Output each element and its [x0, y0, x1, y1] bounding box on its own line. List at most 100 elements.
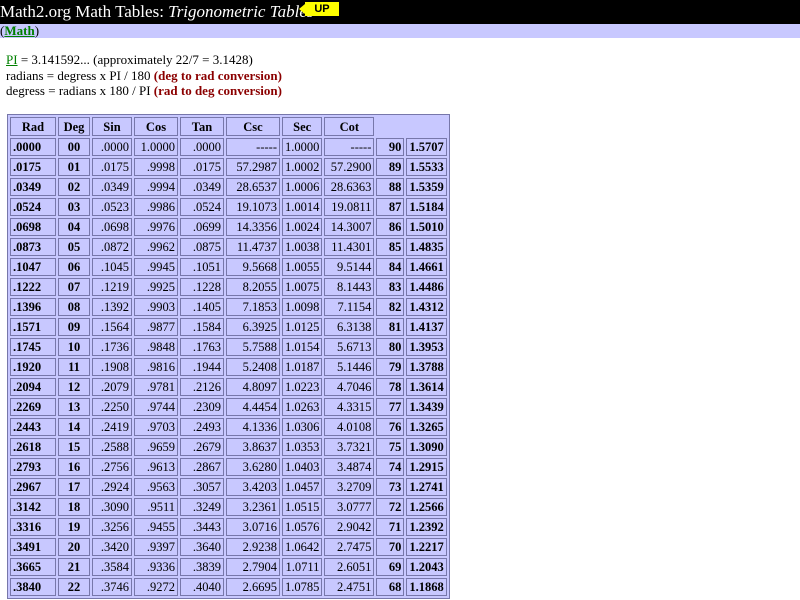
- table-cell: 1.4835: [406, 238, 447, 256]
- table-cell: 1.0000: [282, 138, 323, 156]
- up-button[interactable]: UP: [299, 2, 339, 16]
- table-cell: 04: [58, 218, 90, 236]
- table-cell: 07: [58, 278, 90, 296]
- title-site: Math2.org Math Tables:: [0, 2, 169, 21]
- table-cell: .3491: [10, 538, 56, 556]
- table-row: .0000 00.0000 1.0000.0000 ----- 1.0000 ----- 9…: [10, 138, 447, 156]
- table-cell: .2094: [10, 378, 56, 396]
- site-header: Math2.org Math Tables: Trigonometric Tab…: [0, 0, 800, 24]
- table-cell: 7.1853: [226, 298, 280, 316]
- table-cell: 1.5533: [406, 158, 447, 176]
- table-cell: 4.3315: [324, 398, 375, 416]
- table-cell: 2.6051: [324, 558, 375, 576]
- table-cell: .0175: [10, 158, 56, 176]
- table-cell: 14.3356: [226, 218, 280, 236]
- table-cell: .2126: [180, 378, 224, 396]
- title-section: Trigonometric Tables: [168, 2, 314, 21]
- table-cell: 1.0075: [282, 278, 323, 296]
- table-cell: 1.0576: [282, 518, 323, 536]
- table-cell: 1.3614: [406, 378, 447, 396]
- table-cell: .2618: [10, 438, 56, 456]
- table-cell: .3443: [180, 518, 224, 536]
- table-cell: 16: [58, 458, 90, 476]
- table-cell: 3.8637: [226, 438, 280, 456]
- table-cell: 74: [376, 458, 405, 476]
- table-cell: 70: [376, 538, 405, 556]
- table-cell: 5.2408: [226, 358, 280, 376]
- table-cell: 19.1073: [226, 198, 280, 216]
- table-cell: 1.0038: [282, 238, 323, 256]
- trig-table: Rad Deg Sin Cos Tan Csc Sec Cot .0000 00.0000 1.00…: [7, 114, 450, 599]
- table-cell: 28.6363: [324, 178, 375, 196]
- table-row: .3665 21.3584.9336.3839 2.7904 1.0711 2.6051…: [10, 558, 447, 576]
- table-cell: .9613: [134, 458, 178, 476]
- table-cell: 8.2055: [226, 278, 280, 296]
- table-row: .2443 14.2419.9703.2493 4.1336 1.0306 4.0108…: [10, 418, 447, 436]
- table-cell: 1.0403: [282, 458, 323, 476]
- column-header: Cos: [134, 117, 178, 136]
- table-cell: .9998: [134, 158, 178, 176]
- table-cell: 1.2043: [406, 558, 447, 576]
- breadcrumb: (Math): [0, 23, 800, 38]
- table-cell: .9986: [134, 198, 178, 216]
- table-cell: 83: [376, 278, 405, 296]
- table-cell: .2793: [10, 458, 56, 476]
- table-cell: .1571: [10, 318, 56, 336]
- table-cell: .0873: [10, 238, 56, 256]
- rad-line: radians = degress x PI / 180 (deg to rad…: [6, 68, 282, 84]
- column-header: Sin: [92, 117, 132, 136]
- column-header: Cot: [324, 117, 375, 136]
- table-cell: 01: [58, 158, 90, 176]
- table-cell: .1045: [92, 258, 132, 276]
- table-cell: 1.0014: [282, 198, 323, 216]
- table-cell: .0872: [92, 238, 132, 256]
- table-cell: 1.0006: [282, 178, 323, 196]
- table-cell: .1222: [10, 278, 56, 296]
- table-cell: .0000: [92, 138, 132, 156]
- table-cell: .1745: [10, 338, 56, 356]
- table-cell: .9563: [134, 478, 178, 496]
- table-cell: .2443: [10, 418, 56, 436]
- pi-line: PI = 3.141592... (approximately 22/7 = 3…: [6, 52, 282, 68]
- table-cell: 86: [376, 218, 405, 236]
- table-cell: 14.3007: [324, 218, 375, 236]
- table-cell: 3.0777: [324, 498, 375, 516]
- table-cell: 5.7588: [226, 338, 280, 356]
- table-cell: .4040: [180, 578, 224, 596]
- table-row: .1396 08.1392.9903.1405 7.1853 1.0098 7.1154…: [10, 298, 447, 316]
- table-cell: 82: [376, 298, 405, 316]
- table-cell: 89: [376, 158, 405, 176]
- table-cell: 90: [376, 138, 405, 156]
- table-cell: .1047: [10, 258, 56, 276]
- table-cell: 1.5707: [406, 138, 447, 156]
- math-link[interactable]: Math: [4, 23, 34, 38]
- table-cell: .3746: [92, 578, 132, 596]
- pi-link[interactable]: PI: [6, 52, 18, 67]
- table-cell: 22: [58, 578, 90, 596]
- table-cell: .2493: [180, 418, 224, 436]
- table-cell: 1.3788: [406, 358, 447, 376]
- table-cell: 78: [376, 378, 405, 396]
- table-cell: 1.0642: [282, 538, 323, 556]
- table-cell: 7.1154: [324, 298, 375, 316]
- table-row: .3142 18.3090.9511.3249 3.2361 1.0515 3.0777…: [10, 498, 447, 516]
- table-cell: 13: [58, 398, 90, 416]
- table-cell: 1.0098: [282, 298, 323, 316]
- table-cell: 2.7904: [226, 558, 280, 576]
- table-cell: 9.5144: [324, 258, 375, 276]
- table-cell: 3.4203: [226, 478, 280, 496]
- table-cell: .3142: [10, 498, 56, 516]
- breadcrumb-close: ): [34, 23, 40, 38]
- table-cell: 19: [58, 518, 90, 536]
- table-cell: -----: [226, 138, 280, 156]
- table-cell: 1.0187: [282, 358, 323, 376]
- table-cell: 1.0000: [134, 138, 178, 156]
- table-cell: 10: [58, 338, 90, 356]
- table-cell: 05: [58, 238, 90, 256]
- table-row: .3840 22.3746.9272.4040 2.6695 1.0785 2.4751…: [10, 578, 447, 596]
- table-cell: .0524: [10, 198, 56, 216]
- table-cell: 1.2217: [406, 538, 447, 556]
- table-row: .2618 15.2588.9659.2679 3.8637 1.0353 3.7321…: [10, 438, 447, 456]
- table-cell: 76: [376, 418, 405, 436]
- table-cell: .3840: [10, 578, 56, 596]
